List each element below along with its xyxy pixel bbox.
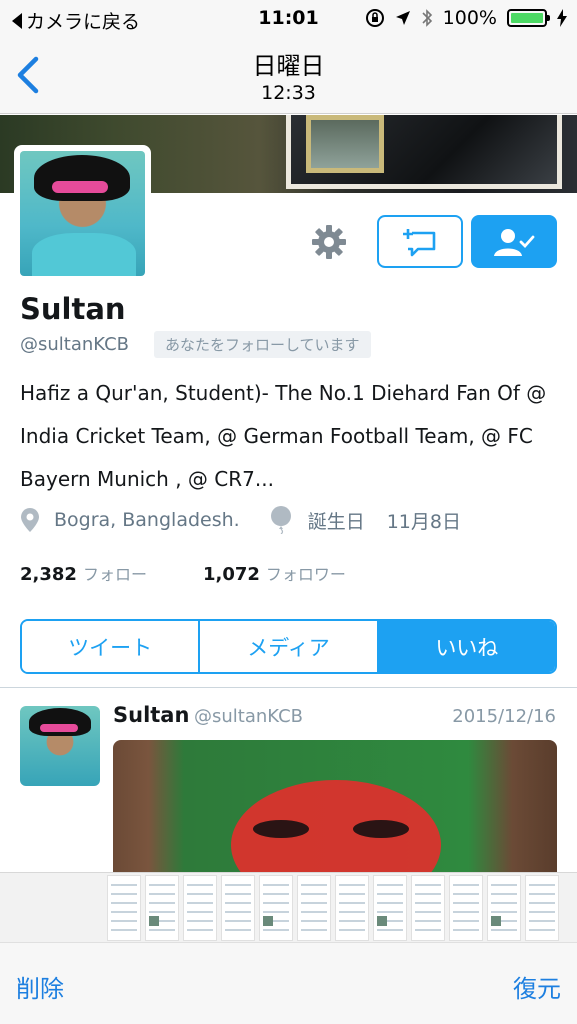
battery-fill	[511, 13, 543, 23]
tweet-avatar[interactable]	[20, 706, 100, 786]
thumbnail-item[interactable]	[221, 875, 255, 941]
battery-icon	[507, 9, 550, 27]
tweet-author-name: Sultan	[113, 703, 190, 727]
restore-button[interactable]: 復元	[513, 969, 561, 1004]
birthday-value: 11月8日	[386, 510, 461, 533]
thumbnail-item[interactable]	[411, 875, 445, 941]
direct-message-icon	[403, 228, 436, 256]
nav-subtitle: 12:33	[261, 82, 316, 104]
thumbnail-item[interactable]	[259, 875, 293, 941]
profile-tabs: ツイート メディア いいね	[20, 619, 557, 674]
followers-label[interactable]: フォロワー	[266, 561, 346, 585]
thumbnail-item[interactable]	[373, 875, 407, 941]
thumbnail-item[interactable]	[107, 875, 141, 941]
thumbnail-item[interactable]	[449, 875, 483, 941]
status-right-group: 100%	[365, 7, 567, 29]
profile-location: Bogra, Bangladesh.	[54, 509, 240, 531]
tweet-media-image[interactable]	[113, 740, 557, 880]
section-divider	[0, 687, 577, 688]
thumbnail-item[interactable]	[297, 875, 331, 941]
balloon-icon	[270, 506, 291, 534]
thumbnail-item[interactable]	[183, 875, 217, 941]
nav-bar: 日曜日 12:33	[0, 38, 577, 114]
thumbnail-item[interactable]	[335, 875, 369, 941]
status-bar: カメラに戻る 11:01 100%	[0, 0, 577, 38]
location-pin-icon	[21, 508, 39, 532]
profile-handle: @sultanKCB	[20, 334, 130, 355]
gear-icon[interactable]	[309, 222, 349, 262]
bottom-toolbar: 削除 復元	[0, 942, 577, 1024]
direct-message-button[interactable]	[377, 215, 463, 268]
tab-likes[interactable]: いいね	[376, 621, 555, 672]
banner-inner-photo	[306, 115, 384, 173]
delete-button[interactable]: 削除	[16, 969, 64, 1004]
nav-title: 日曜日	[252, 52, 325, 80]
bluetooth-icon	[422, 9, 432, 27]
thumbnail-list	[107, 875, 559, 941]
follows-you-badge: あなたをフォローしています	[154, 331, 371, 358]
location-arrow-icon	[395, 11, 410, 25]
thumbnail-item[interactable]	[525, 875, 559, 941]
birthday-label: 誕生日	[307, 510, 365, 533]
tab-tweets[interactable]: ツイート	[22, 621, 199, 672]
followers-count[interactable]: 1,072	[203, 564, 260, 585]
profile-avatar[interactable]	[14, 145, 151, 282]
tweet-author-handle: @sultanKCB	[194, 706, 304, 727]
tweet-date: 2015/12/16	[452, 706, 556, 727]
rotation-lock-icon	[365, 9, 384, 27]
avatar-image	[20, 151, 145, 276]
person-check-icon	[494, 228, 535, 256]
profile-name: Sultan	[20, 292, 126, 326]
profile-meta: Bogra, Bangladesh. 誕生日 11月8日	[20, 506, 461, 534]
battery-percent: 100%	[442, 7, 497, 29]
tab-media[interactable]: メディア	[198, 621, 377, 672]
profile-bio: Hafiz a Qur'an, Student)- The No.1 Dieha…	[20, 381, 547, 491]
following-count[interactable]: 2,382	[20, 564, 77, 585]
thumbnail-item[interactable]	[145, 875, 179, 941]
profile-stats: 2,382 フォロー 1,072 フォロワー	[20, 561, 346, 585]
charging-bolt-icon	[557, 9, 567, 27]
following-label[interactable]: フォロー	[83, 561, 147, 585]
thumbnail-item[interactable]	[487, 875, 521, 941]
following-button[interactable]	[471, 215, 557, 268]
